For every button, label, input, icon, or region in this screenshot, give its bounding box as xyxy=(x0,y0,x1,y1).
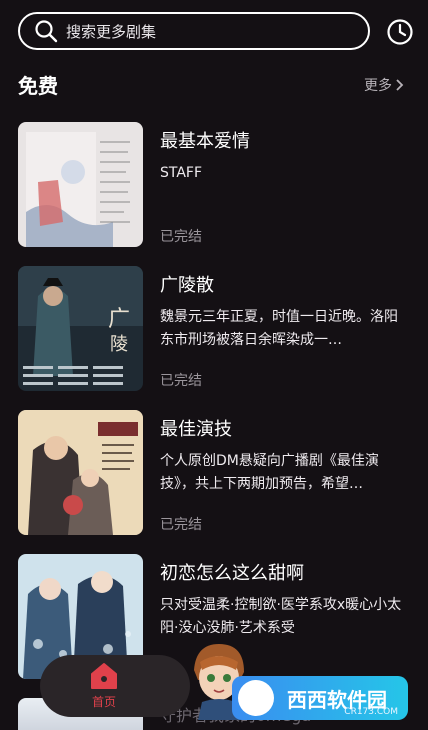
drama-cover[interactable] xyxy=(18,122,143,247)
svg-text:陵: 陵 xyxy=(110,334,128,355)
drama-cover[interactable] xyxy=(18,410,143,535)
drama-title: 广陵散 xyxy=(160,275,214,296)
drama-meta: 最佳演技 个人原创DM悬疑向广播剧《最佳演技》，共上下两期加预告，希望… 已完结 xyxy=(160,410,410,536)
tab-home-label: 首页 xyxy=(91,695,116,709)
drama-status: 已完结 xyxy=(160,229,202,245)
drama-meta: 最基本爱情 STAFF 已完结 xyxy=(160,122,410,248)
drama-description: 魏景元三年正夏，时值一日近晚。洛阳东市刑场被落日余晖染成一… xyxy=(160,309,398,348)
drama-list-item[interactable]: 广 陵 广陵散 魏景元三年正夏，时值一日近晚。洛阳东市刑场被落日余晖染成一… 已… xyxy=(18,266,410,392)
search-bar[interactable]: 搜索更多剧集 xyxy=(18,12,370,50)
drama-description: STAFF xyxy=(160,165,203,181)
watermark-subtext: CR173.COM xyxy=(344,707,398,717)
drama-list-item[interactable]: 最佳演技 个人原创DM悬疑向广播剧《最佳演技》，共上下两期加预告，希望… 已完结 xyxy=(18,410,410,536)
drama-status: 已完结 xyxy=(160,373,202,389)
search-placeholder: 搜索更多剧集 xyxy=(66,22,157,41)
watermark-logo xyxy=(238,680,274,716)
more-link[interactable]: 更多 xyxy=(364,75,404,95)
drama-title: 初恋怎么这么甜啊 xyxy=(160,563,304,584)
history-clock-icon[interactable] xyxy=(386,18,414,46)
home-icon xyxy=(91,663,117,689)
drama-list-item[interactable]: 最基本爱情 STAFF 已完结 xyxy=(18,122,410,248)
drama-meta: 广陵散 魏景元三年正夏，时值一日近晚。洛阳东市刑场被落日余晖染成一… 已完结 xyxy=(160,266,410,392)
svg-text:广: 广 xyxy=(108,307,130,332)
section-title: 免费 xyxy=(18,74,58,98)
bottom-tab-bar: 首页 xyxy=(40,655,190,717)
drama-description: 个人原创DM悬疑向广播剧《最佳演技》，共上下两期加预告，希望… xyxy=(160,453,379,492)
watermark-badge: 西西软件园 CR173.COM xyxy=(232,676,408,720)
drama-description: 只对受温柔·控制欲·医学系攻x暖心小太阳·没心没肺·艺术系受 xyxy=(160,597,402,636)
free-section-header: 免费 更多 xyxy=(18,70,410,100)
drama-cover[interactable]: 广 陵 xyxy=(18,266,143,391)
drama-status: 已完结 xyxy=(160,517,202,533)
search-icon xyxy=(35,20,58,43)
top-bar: 搜索更多剧集 xyxy=(18,12,414,52)
drama-title: 最基本爱情 xyxy=(160,131,250,152)
drama-title: 最佳演技 xyxy=(160,419,232,440)
more-label: 更多 xyxy=(364,78,392,94)
tab-home[interactable]: 首页 xyxy=(84,661,124,713)
chevron-right-icon xyxy=(396,79,404,91)
